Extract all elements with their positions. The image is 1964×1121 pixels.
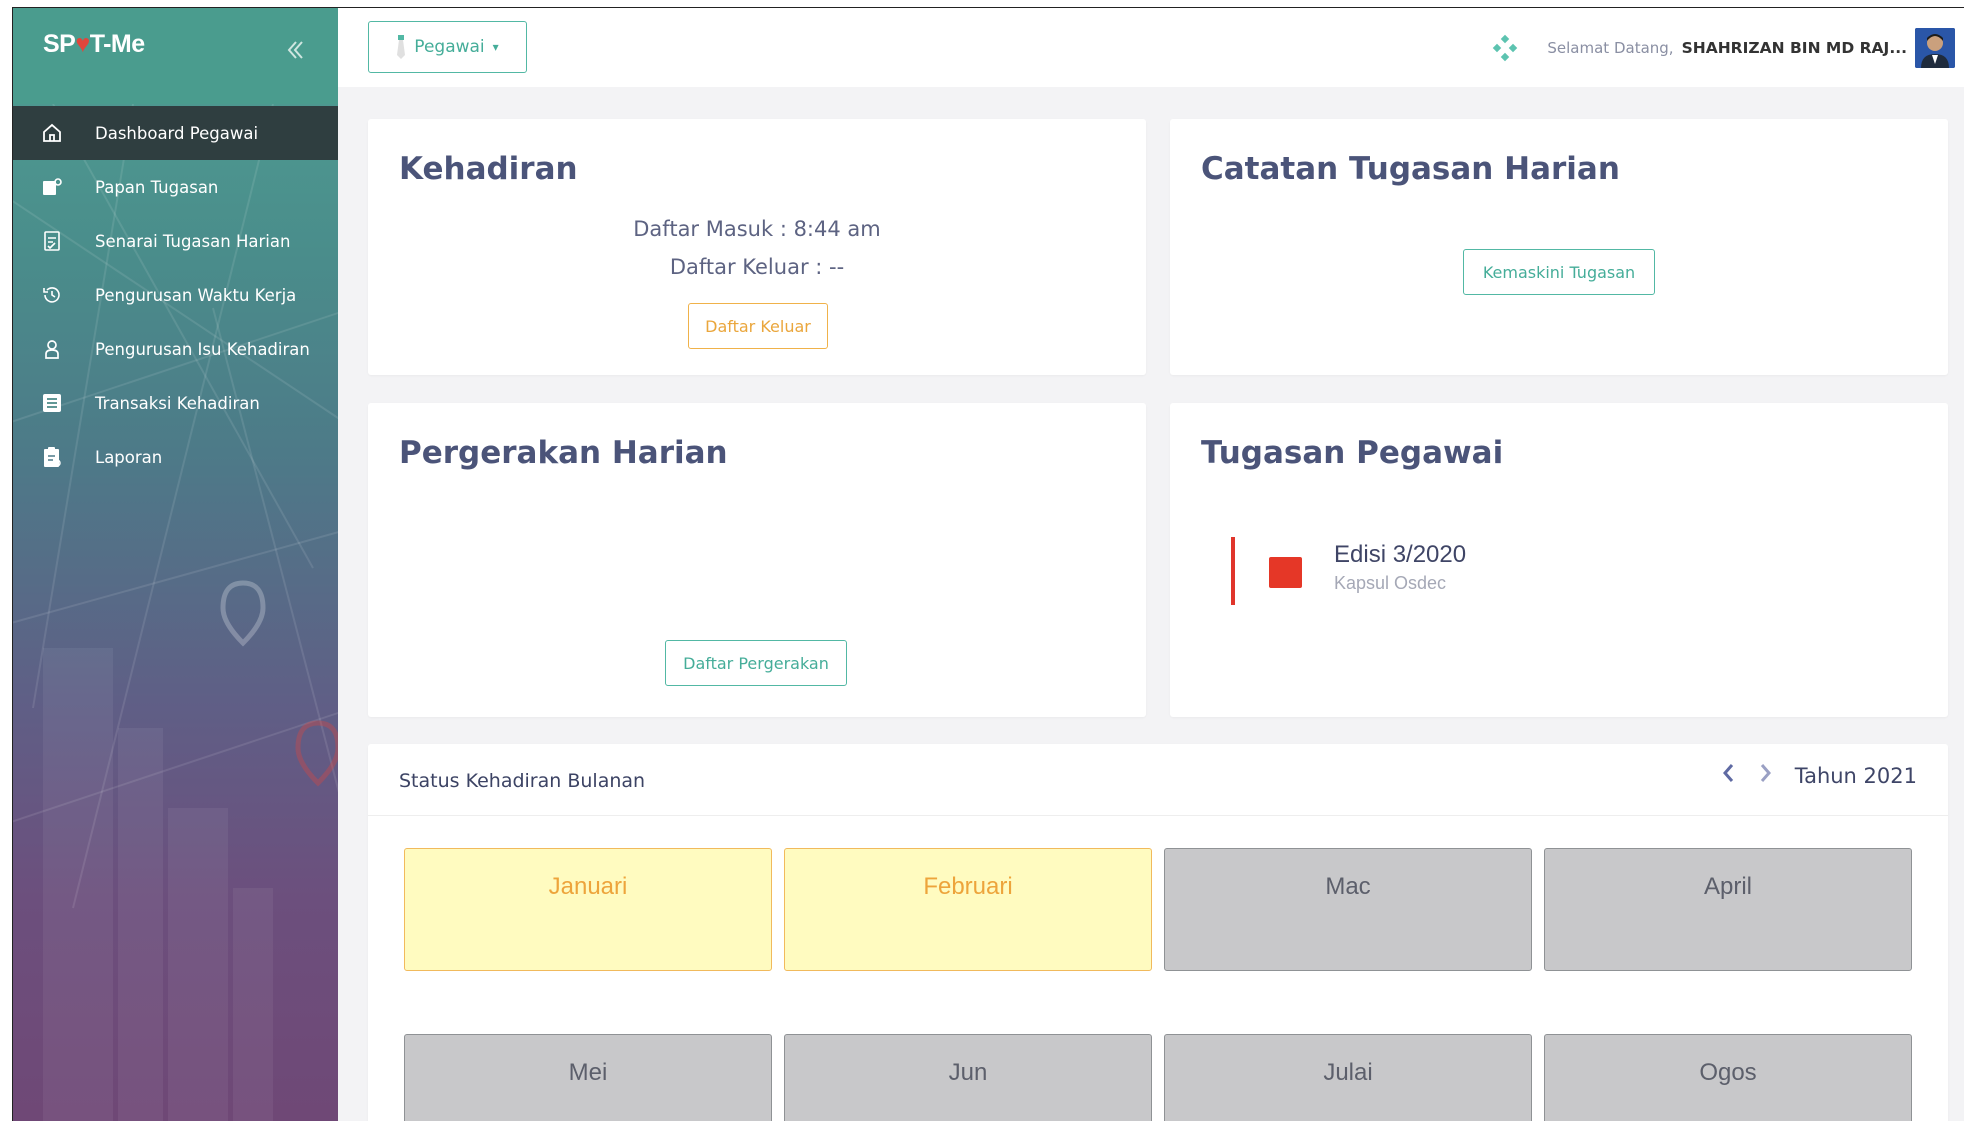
report-icon: [39, 444, 65, 470]
month-tile[interactable]: April: [1544, 848, 1912, 971]
sidebar-item-label: Laporan: [95, 447, 163, 467]
task-color-icon: [1269, 557, 1302, 588]
sidebar-item-dashboard-pegawai[interactable]: Dashboard Pegawai: [13, 106, 338, 160]
sidebar-item-label: Transaksi Kehadiran: [95, 393, 260, 413]
board-icon: [39, 174, 65, 200]
sidebar-item-senarai-tugasan-harian[interactable]: Senarai Tugasan Harian: [13, 214, 338, 268]
sidebar-item-pengurusan-waktu-kerja[interactable]: Pengurusan Waktu Kerja: [13, 268, 338, 322]
home-icon: [39, 120, 65, 146]
sidebar-item-label: Pengurusan Isu Kehadiran: [95, 339, 310, 359]
username[interactable]: SHAHRIZAN BIN MD RAJ...: [1682, 39, 1907, 57]
tugasan-pegawai-card: Tugasan Pegawai Edisi 3/2020 Kapsul Osde…: [1170, 403, 1948, 717]
role-dropdown[interactable]: Pegawai ▾: [368, 21, 527, 73]
sidebar-header: SP♥T-Me: [13, 8, 338, 104]
apps-grid-icon[interactable]: [1491, 34, 1519, 62]
year-navigator: Tahun 2021: [1713, 762, 1917, 790]
sidebar-item-label: Dashboard Pegawai: [95, 123, 259, 143]
pergerakan-harian-card: Pergerakan Harian Daftar Pergerakan: [368, 403, 1146, 717]
month-tile[interactable]: Ogos: [1544, 1034, 1912, 1121]
welcome-text: Selamat Datang,: [1547, 38, 1674, 57]
month-tile[interactable]: Februari: [784, 848, 1152, 971]
sidebar-item-label: Pengurusan Waktu Kerja: [95, 285, 297, 305]
status-header: Status Kehadiran Bulanan Tahun 2021: [368, 744, 1948, 816]
task-title[interactable]: Edisi 3/2020: [1334, 541, 1466, 569]
month-tile[interactable]: Mac: [1164, 848, 1532, 971]
sidebar-item-label: Senarai Tugasan Harian: [95, 231, 291, 251]
task-accent-bar: [1231, 537, 1235, 605]
sidebar-item-papan-tugasan[interactable]: Papan Tugasan: [13, 160, 338, 214]
status-kehadiran-card: Status Kehadiran Bulanan Tahun 2021 Janu…: [368, 744, 1948, 1121]
month-tile[interactable]: Januari: [404, 848, 772, 971]
kemaskini-tugasan-button[interactable]: Kemaskini Tugasan: [1463, 249, 1655, 295]
daftar-pergerakan-button[interactable]: Daftar Pergerakan: [665, 640, 847, 686]
daftar-keluar-button[interactable]: Daftar Keluar: [688, 303, 828, 349]
double-chevron-left-icon[interactable]: [281, 36, 309, 64]
card-title: Pergerakan Harian: [399, 435, 728, 471]
check-out-text: Daftar Keluar : --: [669, 255, 845, 279]
month-tile[interactable]: Mei: [404, 1034, 772, 1121]
sidebar-item-laporan[interactable]: Laporan: [13, 430, 338, 484]
card-title: Kehadiran: [399, 151, 578, 187]
list-icon: [39, 390, 65, 416]
chevron-down-icon: ▾: [492, 40, 499, 54]
sidebar: SP♥T-Me Dashboard Pegawai Papan Tugasan: [13, 8, 338, 1121]
app-frame: SP♥T-Me Dashboard Pegawai Papan Tugasan: [12, 7, 1964, 1121]
sidebar-item-label: Papan Tugasan: [95, 177, 219, 197]
tie-icon: [397, 35, 406, 59]
check-in-text: Daftar Masuk : 8:44 am: [633, 217, 881, 241]
history-icon: [39, 282, 65, 308]
year-label: Tahun 2021: [1794, 764, 1917, 788]
avatar[interactable]: [1915, 27, 1955, 68]
app-logo[interactable]: SP♥T-Me: [43, 30, 145, 59]
card-title: Catatan Tugasan Harian: [1201, 151, 1620, 187]
chevron-right-icon[interactable]: [1751, 762, 1781, 790]
catatan-tugasan-card: Catatan Tugasan Harian Kemaskini Tugasan: [1170, 119, 1948, 375]
kehadiran-card: Kehadiran Daftar Masuk : 8:44 am Daftar …: [368, 119, 1146, 375]
user-icon: [39, 336, 65, 362]
task-subtitle: Kapsul Osdec: [1334, 573, 1447, 593]
topbar: Pegawai ▾ Selamat Datang, SHAHRIZAN BIN …: [338, 8, 1964, 87]
task-list-icon: [39, 228, 65, 254]
sidebar-nav: Dashboard Pegawai Papan Tugasan Senarai …: [13, 106, 338, 484]
sidebar-item-pengurusan-isu-kehadiran[interactable]: Pengurusan Isu Kehadiran: [13, 322, 338, 376]
status-title: Status Kehadiran Bulanan: [399, 770, 646, 792]
topbar-right: Selamat Datang, SHAHRIZAN BIN MD RAJ...: [1491, 8, 1964, 87]
chevron-left-icon[interactable]: [1713, 762, 1743, 790]
card-title: Tugasan Pegawai: [1201, 435, 1504, 471]
sidebar-item-transaksi-kehadiran[interactable]: Transaksi Kehadiran: [13, 376, 338, 430]
role-label: Pegawai: [414, 37, 485, 57]
month-tile[interactable]: Julai: [1164, 1034, 1532, 1121]
month-tile[interactable]: Jun: [784, 1034, 1152, 1121]
